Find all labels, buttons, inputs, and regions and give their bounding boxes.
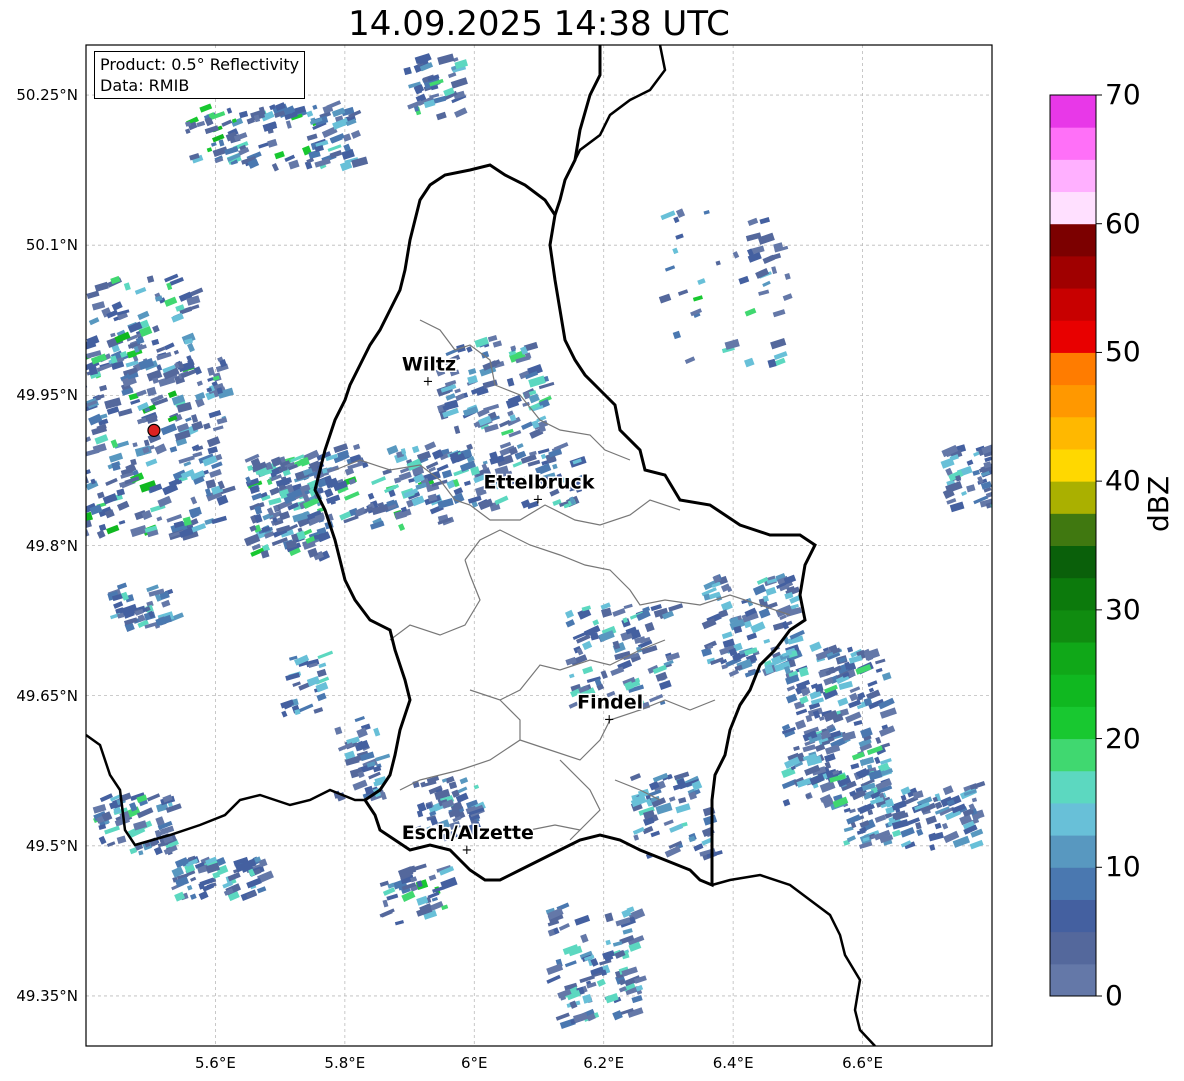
city-label: Esch/Alzette (402, 822, 534, 844)
lat-tick-label: 49.65°N (16, 686, 78, 705)
colorbar-segment (1050, 127, 1096, 160)
colorbar-segment (1050, 448, 1096, 482)
city-label: Ettelbruck (484, 471, 595, 493)
colorbar-segment (1050, 255, 1096, 289)
colorbar-segment (1050, 416, 1096, 450)
colorbar-segment (1050, 963, 1096, 997)
colorbar-segment (1050, 931, 1096, 965)
city-marker-icon: + (461, 843, 472, 858)
city-marker-icon: + (604, 713, 615, 728)
colorbar-tick-label: 20 (1105, 721, 1141, 755)
colorbar-tick-label: 50 (1105, 335, 1141, 369)
city-marker-icon: + (533, 492, 544, 507)
radar-map: +Wiltz+Ettelbruck+Findel+Esch/Alzette (80, 44, 1102, 1047)
colorbar-tick-label: 10 (1105, 850, 1141, 884)
colorbar-tick-label: 40 (1105, 464, 1141, 498)
colorbar-segment (1050, 513, 1096, 546)
echo-cell (990, 460, 992, 472)
colorbar-segment (1050, 802, 1096, 836)
colorbar-segment (1050, 706, 1096, 740)
lon-tick-label: 6°E (461, 1054, 488, 1072)
colorbar-segment (1050, 352, 1096, 386)
lat-tick-label: 49.5°N (25, 836, 78, 855)
colorbar-segment (1050, 191, 1096, 225)
lat-tick-label: 49.95°N (16, 386, 78, 405)
info-box: Product: 0.5° Reflectivity Data: RMIB (94, 51, 306, 99)
colorbar-segment (1050, 320, 1096, 353)
colorbar (1049, 94, 1102, 997)
colorbar-segment (1050, 674, 1096, 707)
lon-tick-label: 6.4°E (712, 1054, 754, 1072)
colorbar-segment (1050, 159, 1096, 193)
colorbar-segment (1050, 738, 1096, 772)
lon-tick-label: 6.2°E (583, 1054, 625, 1072)
lat-tick-label: 49.8°N (25, 536, 78, 555)
lon-tick-label: 5.8°E (324, 1054, 366, 1072)
colorbar-tick-label: 30 (1105, 592, 1141, 626)
lat-tick-label: 50.1°N (25, 236, 78, 255)
colorbar-segment (1050, 770, 1096, 804)
colorbar-tick-label: 60 (1105, 206, 1141, 240)
city-marker-icon: + (423, 374, 434, 389)
lon-tick-label: 5.6°E (195, 1054, 236, 1072)
colorbar-segment (1050, 223, 1096, 257)
product-label: Product: 0.5° Reflectivity (100, 55, 300, 74)
data-source-label: Data: RMIB (100, 76, 190, 95)
lon-tick-label: 6.6°E (842, 1054, 883, 1072)
city-label: Wiltz (402, 353, 456, 375)
echo-cell (86, 365, 87, 372)
radar-site-icon (147, 423, 161, 437)
colorbar-segment (1050, 609, 1096, 643)
colorbar-segment (1050, 577, 1096, 611)
echo-cell (80, 430, 86, 435)
colorbar-tick-label: 70 (1105, 78, 1141, 111)
colorbar-segment (1050, 867, 1096, 900)
colorbar-segment (1050, 95, 1096, 128)
colorbar-segment (1050, 835, 1096, 868)
colorbar-segment (1050, 384, 1096, 418)
colorbar-segment (1050, 545, 1096, 579)
colorbar-segment (1050, 481, 1096, 514)
colorbar-label: dBZ (1142, 475, 1175, 532)
colorbar-segment (1050, 899, 1096, 933)
city-label: Findel (577, 692, 643, 714)
lat-tick-label: 49.35°N (16, 986, 78, 1005)
colorbar-segment (1050, 288, 1096, 321)
colorbar-tick-label: 0 (1105, 979, 1123, 1012)
radar-site (147, 423, 161, 437)
colorbar-segment (1050, 642, 1096, 675)
lat-tick-label: 50.25°N (16, 86, 78, 105)
